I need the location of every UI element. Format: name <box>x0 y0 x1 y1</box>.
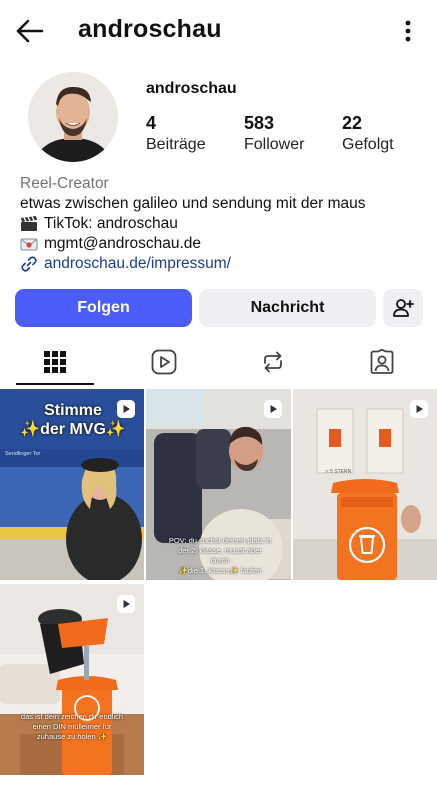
top-bar: androschau <box>0 0 437 62</box>
bio-category: Reel-Creator <box>20 175 109 192</box>
tab-reposts[interactable] <box>218 338 327 386</box>
post-caption: das ist dein zeichen dir endlich einen D… <box>16 712 128 742</box>
stat-followers-label: Follower <box>244 136 305 153</box>
post-caption-line: zuhause zu holen ✨ <box>36 732 108 741</box>
profile-username: androschau <box>146 80 237 97</box>
reels-icon <box>151 349 176 375</box>
bio-tiktok-text: TikTok: androschau <box>44 215 178 232</box>
bio-tiktok-line: TikTok: androschau <box>20 214 430 234</box>
message-button[interactable]: Nachricht <box>199 289 376 327</box>
bio-email-line: mgmt@androschau.de <box>20 234 430 254</box>
stat-posts[interactable]: 4 Beiträge <box>146 112 206 156</box>
profile-bio: Reel-Creator etwas zwischen galileo und … <box>20 174 430 274</box>
post-overlay-title: Stimme ✨der MVG✨ <box>18 401 128 439</box>
reel-icon <box>117 400 135 418</box>
tab-tagged[interactable] <box>327 338 436 386</box>
post-caption-line: ✨die 1. klasse✨ laufen <box>178 566 262 575</box>
post-caption-line: POV: du suchst deinen platz in <box>168 536 272 545</box>
post-thumbnail[interactable]: das ist dein zeichen dir endlich einen D… <box>0 584 144 775</box>
stat-followers-count: 583 <box>244 113 275 133</box>
page-title: androschau <box>78 15 222 43</box>
add-person-icon <box>393 299 414 317</box>
bio-link-text: androschau.de/impressum/ <box>44 255 231 272</box>
back-arrow-icon[interactable] <box>12 14 46 48</box>
post-caption-line: einen DIN mülleimer für <box>32 722 112 731</box>
post-caption-line: das ist dein zeichen dir endlich <box>20 712 124 721</box>
post-caption-line: der 2. klasse, musst aber durch <box>178 546 262 565</box>
post-caption: POV: du suchst deinen platz in der 2. kl… <box>168 536 272 576</box>
post-overlay-title-line: Stimme <box>44 402 102 419</box>
bio-link[interactable]: androschau.de/impressum/ <box>20 254 430 274</box>
follow-button[interactable]: Folgen <box>15 289 192 327</box>
tagged-person-icon <box>370 349 393 374</box>
reel-icon <box>264 400 282 418</box>
grid-icon <box>43 351 66 373</box>
post-thumbnail[interactable]: POV: du suchst deinen platz in der 2. kl… <box>146 389 291 580</box>
avatar-photo <box>28 72 118 162</box>
post-thumbnail[interactable]: ⛌ 5 STERN <box>293 389 437 580</box>
tab-reels[interactable] <box>109 338 218 386</box>
envelope-icon <box>20 238 38 251</box>
reel-icon <box>117 595 135 613</box>
post-overlay-title-line: ✨der MVG✨ <box>20 421 126 438</box>
stat-followers[interactable]: 583 Follower <box>244 112 304 156</box>
suggest-users-button[interactable] <box>383 289 423 327</box>
station-sign: Sendlinger Tor <box>5 451 41 457</box>
profile-tabs <box>0 338 437 386</box>
product-label: ⛌ 5 STERN <box>325 469 352 475</box>
stat-posts-label: Beiträge <box>146 136 206 153</box>
stat-posts-count: 4 <box>146 113 157 133</box>
repost-icon <box>263 351 282 373</box>
stat-following[interactable]: 22 Gefolgt <box>342 112 394 156</box>
stat-following-count: 22 <box>342 113 363 133</box>
active-tab-indicator <box>16 383 94 385</box>
reel-icon <box>410 400 428 418</box>
bio-email-text: mgmt@androschau.de <box>44 235 202 252</box>
clapper-board-icon <box>21 216 37 231</box>
more-options-icon[interactable] <box>403 16 413 46</box>
avatar[interactable] <box>28 72 118 162</box>
bio-line: etwas zwischen galileo und sendung mit d… <box>20 195 366 212</box>
post-thumbnail[interactable]: Stimme ✨der MVG✨ Sendlinger Tor <box>0 389 144 580</box>
link-icon <box>21 256 37 272</box>
tab-grid[interactable] <box>0 338 109 386</box>
stat-following-label: Gefolgt <box>342 136 394 153</box>
